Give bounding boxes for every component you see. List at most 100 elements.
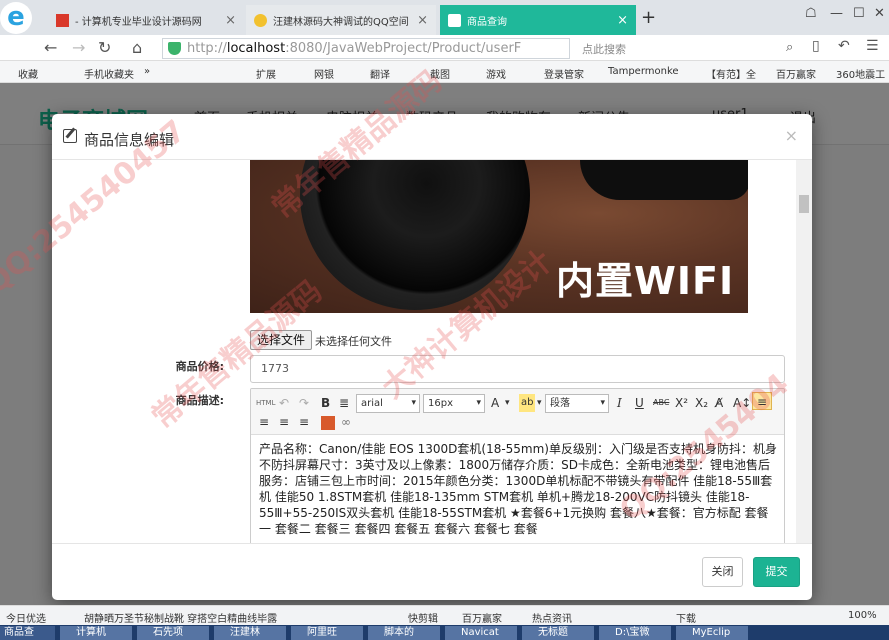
font-size-select[interactable]: 16px <box>423 394 485 413</box>
product-image-caption: 内置WIFI <box>556 259 735 303</box>
bookmark-item[interactable]: 扩展 <box>256 66 276 81</box>
site-favicon-icon <box>56 13 69 27</box>
star-favicon-icon <box>254 13 267 27</box>
search-icon[interactable]: ⌕ <box>786 40 793 55</box>
insert-image-icon[interactable] <box>321 416 335 430</box>
browser-logo-icon: e <box>0 2 32 34</box>
undo-icon[interactable]: ↶ <box>279 394 289 412</box>
bookmark-item[interactable]: 翻译 <box>370 66 390 81</box>
align-center-icon[interactable]: ≡ <box>259 413 269 431</box>
skin-icon[interactable]: ☖ <box>805 6 817 21</box>
align-justify-icon[interactable]: ≡ <box>299 413 309 431</box>
modal-close-icon[interactable]: × <box>785 126 798 145</box>
bold-button[interactable]: B <box>321 394 330 412</box>
bookmark-item[interactable]: 手机收藏夹 <box>84 66 134 81</box>
bookmark-item[interactable]: 收藏 <box>18 66 38 81</box>
bookmark-item[interactable]: » <box>144 66 150 77</box>
taskbar-item[interactable]: 石先项 <box>137 626 209 640</box>
taskbar-item[interactable]: 脚本的 <box>368 626 440 640</box>
highlight-dropdown-icon[interactable]: ▾ <box>537 394 542 412</box>
price-input[interactable]: 1773 <box>250 355 785 383</box>
menu-icon[interactable]: ☰ <box>866 38 879 54</box>
align-right-icon[interactable]: ≡ <box>279 413 289 431</box>
description-editor-content[interactable]: 产品名称：Canon/佳能 EOS 1300D套机(18-55mm)单反级别：入… <box>259 441 779 537</box>
browser-tab-3[interactable]: 商品查询 × <box>440 5 636 35</box>
paragraph-select[interactable]: 段落 <box>545 394 609 413</box>
bookmark-item[interactable]: 【有范】全 <box>706 66 756 81</box>
status-item[interactable]: 今日优选 <box>6 610 46 625</box>
close-tab-icon[interactable]: × <box>617 13 628 28</box>
bookmark-item[interactable]: 截图 <box>430 66 450 81</box>
home-icon[interactable]: ⌂ <box>132 38 142 57</box>
status-item[interactable]: 快剪辑 <box>408 610 438 625</box>
submit-button[interactable]: 提交 <box>753 557 800 587</box>
bookmarks-bar: 收藏 手机收藏夹 » 扩展 网银 翻译 截图 游戏 登录管家 Tampermon… <box>0 61 889 83</box>
description-label: 商品描述: <box>175 394 224 407</box>
insert-link-icon[interactable]: ∞ <box>341 413 351 431</box>
remove-format-icon[interactable]: A̸ <box>715 394 723 412</box>
scrollbar-thumb[interactable] <box>799 195 809 213</box>
status-item[interactable]: 下载 <box>676 610 696 625</box>
edit-icon <box>63 129 77 143</box>
highlight-color-icon[interactable]: ab <box>519 394 536 412</box>
taskbar-item[interactable]: 商品查 <box>0 626 55 640</box>
taskbar-item[interactable]: MyEclip <box>676 626 748 640</box>
browser-tab-3-label: 商品查询 <box>467 16 507 28</box>
reload-icon[interactable]: ↻ <box>98 38 111 57</box>
underline-button[interactable]: U <box>635 394 644 412</box>
status-news[interactable]: 胡静晒万圣节秘制战靴 穿搭空白精曲线毕露 <box>84 610 277 625</box>
text-direction-icon[interactable]: A↕ <box>733 394 751 412</box>
taskbar-item[interactable]: 汪建林 <box>214 626 286 640</box>
minimize-button[interactable]: — <box>830 6 843 21</box>
italic-button[interactable]: I <box>617 394 622 412</box>
html-source-button[interactable]: HTML <box>256 394 275 412</box>
close-button[interactable]: 关闭 <box>702 557 743 587</box>
strikethrough-button[interactable]: ABC <box>653 394 669 412</box>
forward-icon[interactable]: → <box>72 38 85 57</box>
taskbar-item[interactable]: D:\宝微 <box>599 626 671 640</box>
url-prefix: http:// <box>187 41 227 56</box>
browser-tab-1[interactable]: - 计算机专业毕业设计源码网 × <box>48 5 244 35</box>
status-item[interactable]: 热点资讯 <box>532 610 572 625</box>
format-clear-icon[interactable]: ≣ <box>339 394 349 412</box>
bookmark-item[interactable]: 360地震工 <box>836 66 885 81</box>
subscript-icon[interactable]: X₂ <box>695 394 708 412</box>
close-tab-icon[interactable]: × <box>417 13 428 28</box>
font-family-select[interactable]: arial <box>356 394 420 413</box>
bookmark-item[interactable]: 网银 <box>314 66 334 81</box>
taskbar-item[interactable]: 无标题 <box>522 626 594 640</box>
page-favicon-icon <box>448 13 461 27</box>
browser-navbar: ← → ↻ ⌂ http://localhost:8080/JavaWebPro… <box>0 35 889 61</box>
taskbar-item[interactable]: 计算机 <box>60 626 132 640</box>
redo-icon[interactable]: ↷ <box>299 394 309 412</box>
rich-text-editor: HTML ↶ ↷ B ≣ arial 16px A ▾ ab ▾ 段落 I U … <box>250 388 785 543</box>
status-item[interactable]: 百万赢家 <box>462 610 502 625</box>
file-status-text: 未选择任何文件 <box>315 335 392 348</box>
new-tab-button[interactable]: + <box>641 7 656 28</box>
search-input[interactable]: 点此搜索 <box>574 38 802 59</box>
bookmark-item[interactable]: 登录管家 <box>544 66 584 81</box>
font-color-dropdown-icon[interactable]: ▾ <box>505 394 510 412</box>
modal-scrollbar[interactable] <box>796 160 812 543</box>
maximize-button[interactable]: ☐ <box>853 6 865 21</box>
close-tab-icon[interactable]: × <box>225 13 236 28</box>
taskbar-item[interactable]: 阿里旺 <box>291 626 363 640</box>
align-left-icon[interactable]: ≡ <box>752 392 772 410</box>
taskbar-item[interactable]: Navicat <box>445 626 517 640</box>
close-window-button[interactable]: ✕ <box>874 6 885 21</box>
browser-statusbar: 今日优选 胡静晒万圣节秘制战靴 穿搭空白精曲线毕露 快剪辑 百万赢家 热点资讯 … <box>0 605 889 625</box>
browser-tab-2[interactable]: 汪建林源码大神调试的QQ空间 × <box>246 5 436 35</box>
font-color-button[interactable]: A <box>491 394 499 412</box>
bookmark-item[interactable]: 百万赢家 <box>776 66 816 81</box>
bookmark-item[interactable]: Tampermonke <box>608 66 679 77</box>
superscript-icon[interactable]: X² <box>675 394 688 412</box>
browser-tab-1-label: - 计算机专业毕业设计源码网 <box>75 16 202 28</box>
address-bar[interactable]: http://localhost:8080/JavaWebProject/Pro… <box>162 38 570 59</box>
security-shield-icon <box>168 42 181 55</box>
undo-icon[interactable]: ↶ <box>838 38 850 54</box>
back-icon[interactable]: ← <box>44 38 57 57</box>
phone-icon[interactable]: ▯ <box>812 38 820 54</box>
bookmark-item[interactable]: 游戏 <box>486 66 506 81</box>
zoom-level[interactable]: 100% <box>848 610 877 621</box>
choose-file-button[interactable]: 选择文件 <box>250 330 313 350</box>
